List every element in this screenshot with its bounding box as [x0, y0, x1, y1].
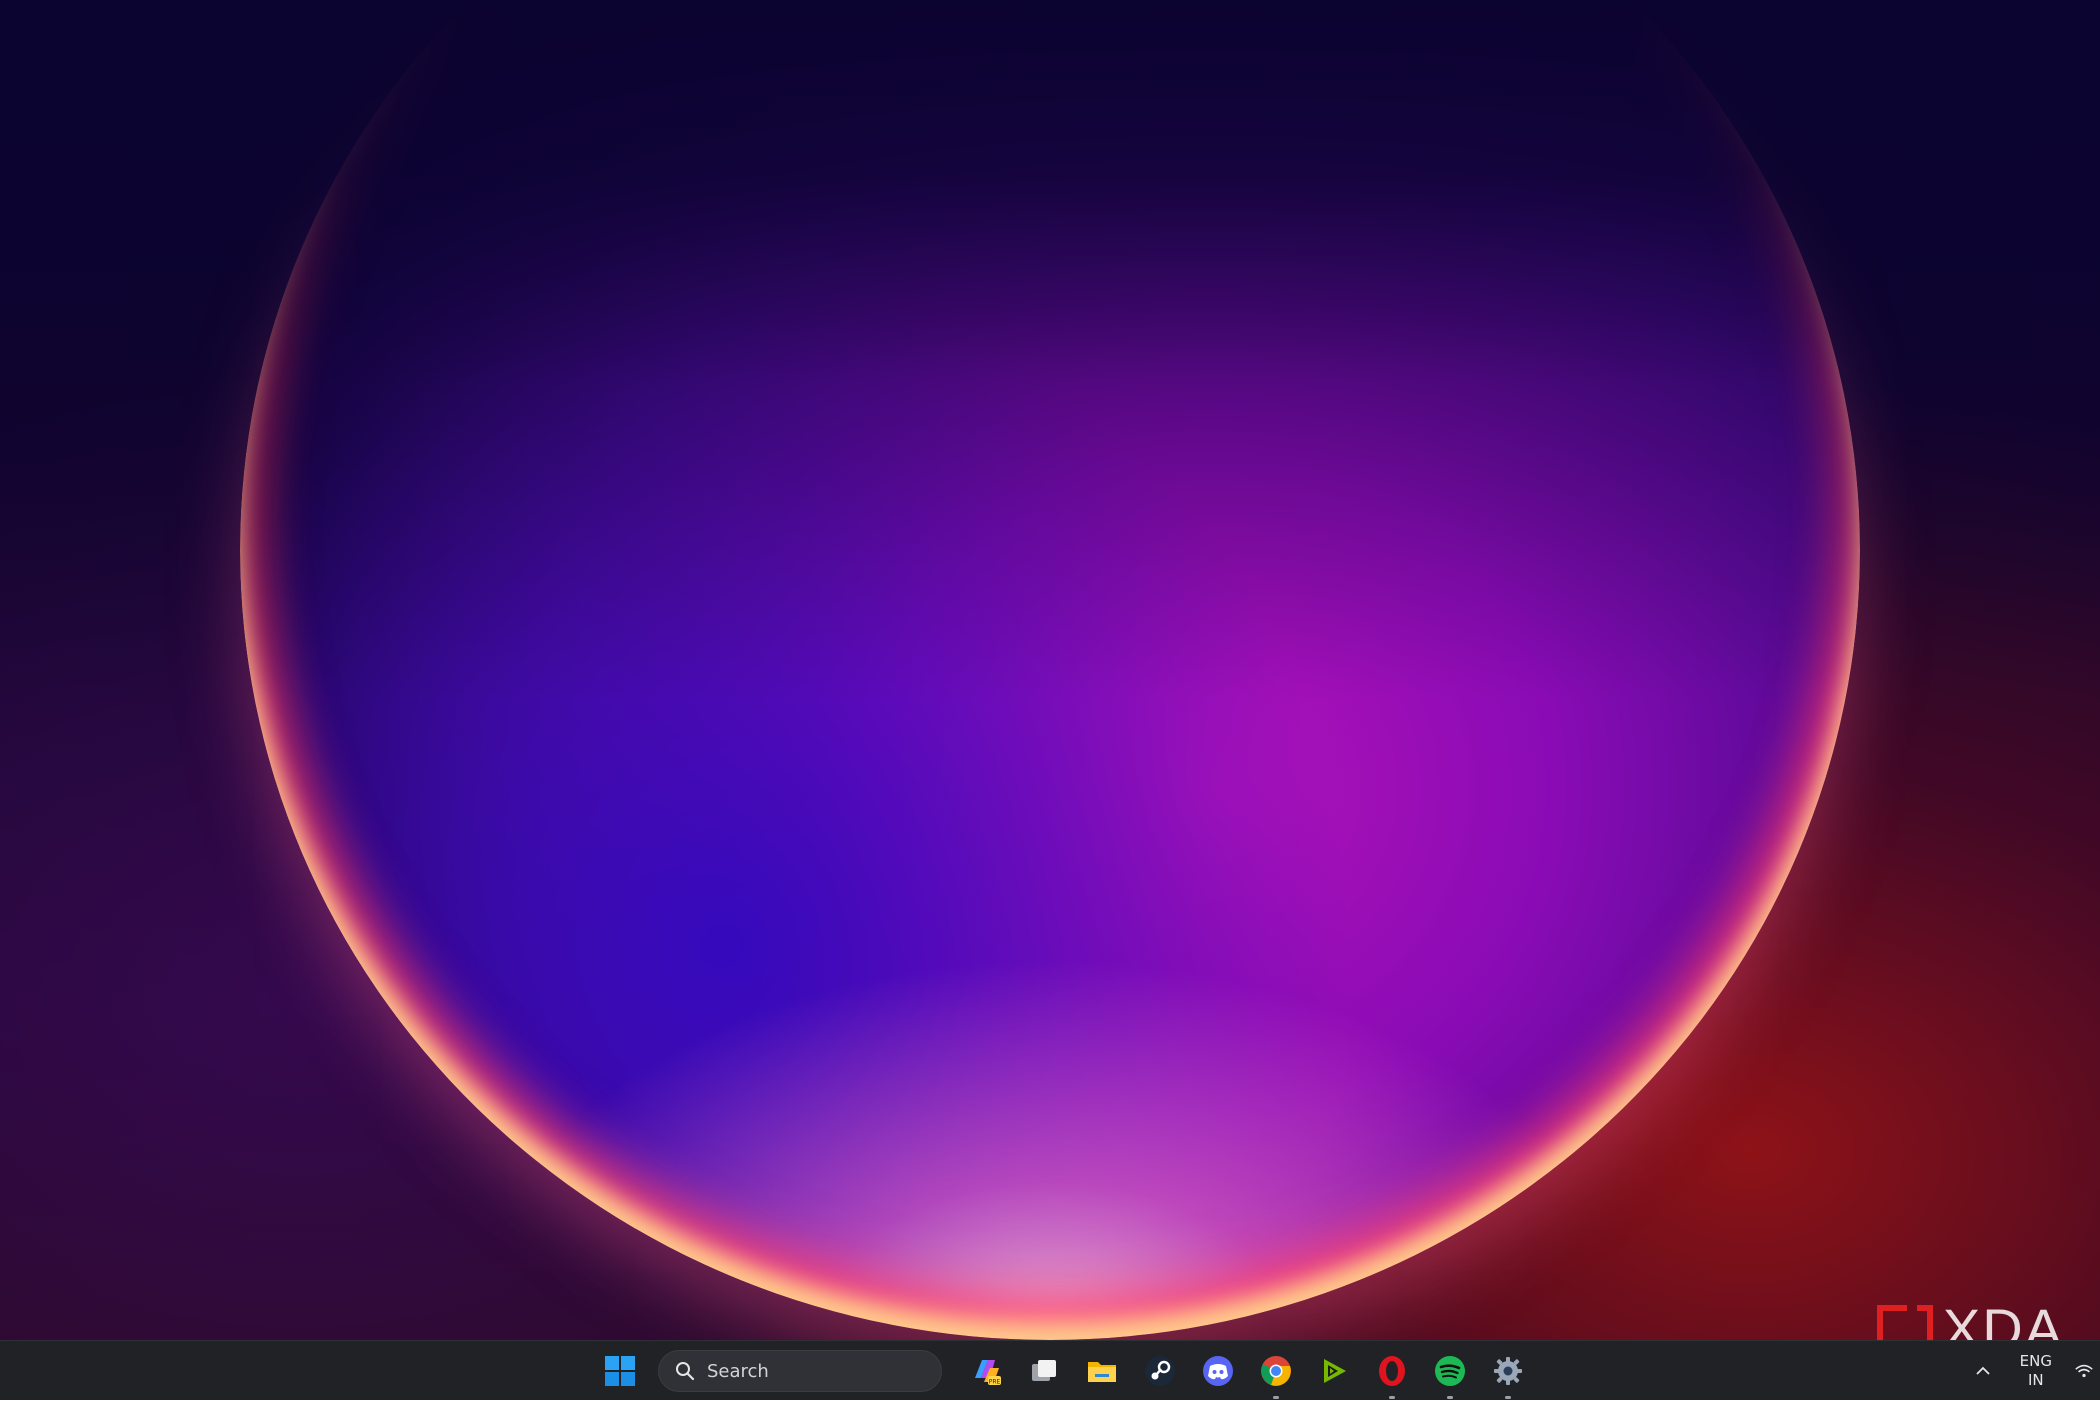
discord-icon: [1203, 1356, 1233, 1386]
settings-icon: [1494, 1357, 1522, 1385]
chrome-button[interactable]: [1256, 1351, 1296, 1399]
search-placeholder: Search: [707, 1360, 769, 1382]
settings-button[interactable]: [1488, 1351, 1528, 1399]
task-view-icon: [1032, 1360, 1056, 1381]
opera-button[interactable]: [1372, 1351, 1412, 1399]
steam-button[interactable]: [1140, 1351, 1180, 1391]
wallpaper-orb: [240, 0, 1860, 1340]
nvidia-icon: [1324, 1359, 1346, 1383]
wifi-icon: [2075, 1364, 2093, 1378]
spotify-icon: [1435, 1356, 1465, 1386]
chrome-icon: [1261, 1356, 1291, 1386]
windows-logo-icon: [605, 1356, 635, 1386]
svg-text:PRE: PRE: [989, 1379, 1001, 1386]
network-button[interactable]: [2074, 1351, 2094, 1391]
copilot-icon: PRE: [975, 1360, 1001, 1386]
file-explorer-icon: [1088, 1362, 1116, 1382]
xda-watermark-text: XDA: [1942, 1296, 2064, 1341]
nvidia-button[interactable]: [1314, 1351, 1354, 1391]
show-hidden-icons-button[interactable]: [1968, 1351, 1998, 1391]
desktop-wallpaper: XDA: [0, 0, 2100, 1340]
xda-watermark: XDA: [1876, 1297, 2064, 1340]
running-indicator: [1273, 1396, 1279, 1399]
xda-bracket-left: [1876, 1305, 1907, 1340]
copilot-button[interactable]: PRE: [966, 1351, 1006, 1391]
opera-icon: [1379, 1356, 1405, 1386]
start-button[interactable]: [600, 1351, 640, 1391]
spotify-button[interactable]: [1430, 1351, 1470, 1399]
file-explorer-button[interactable]: [1082, 1351, 1122, 1391]
steam-icon: [1145, 1356, 1175, 1386]
xda-bracket-right: [1916, 1305, 1933, 1340]
language-line2: IN: [2028, 1371, 2044, 1389]
language-indicator[interactable]: ENG IN: [2020, 1352, 2052, 1390]
running-indicator: [1447, 1396, 1453, 1399]
language-line1: ENG: [2019, 1352, 2052, 1370]
chevron-up-icon: [1976, 1366, 1990, 1375]
running-indicator: [1389, 1396, 1395, 1399]
task-view-button[interactable]: [1024, 1351, 1064, 1391]
running-indicator: [1505, 1396, 1511, 1399]
discord-button[interactable]: [1198, 1351, 1238, 1391]
taskbar: Search PRE ENG IN: [0, 1340, 2100, 1400]
taskbar-center: Search PRE: [600, 1341, 1528, 1401]
system-tray: ENG IN: [1968, 1341, 2100, 1401]
search-input[interactable]: Search: [658, 1350, 942, 1392]
search-icon: [676, 1362, 695, 1381]
